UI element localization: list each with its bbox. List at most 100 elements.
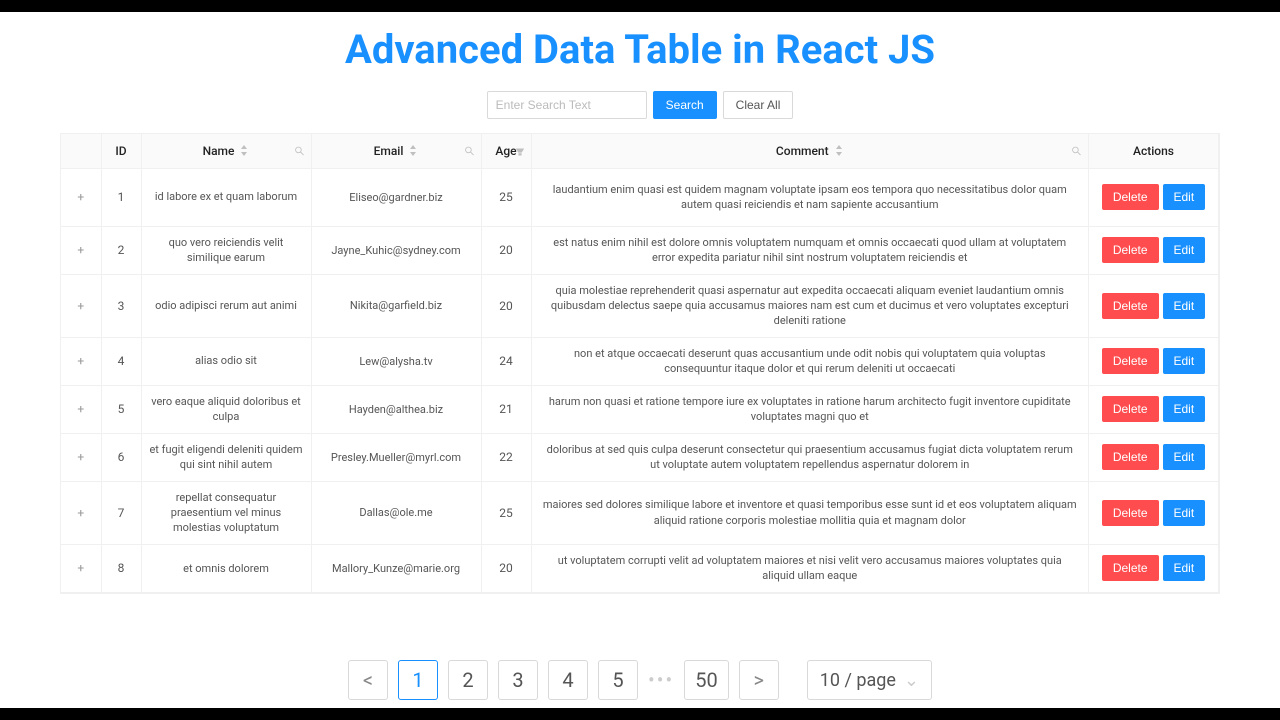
column-id[interactable]: ID — [101, 134, 141, 168]
page-2-button[interactable]: 2 — [448, 660, 488, 700]
page-5-button[interactable]: 5 — [598, 660, 638, 700]
delete-button[interactable]: Delete — [1102, 444, 1159, 470]
edit-button[interactable]: Edit — [1163, 444, 1206, 470]
search-bar: Search Clear All — [0, 91, 1280, 119]
cell-age: 24 — [481, 337, 531, 385]
cell-id: 4 — [101, 337, 141, 385]
table-row: +3odio adipisci rerum aut animiNikita@ga… — [61, 274, 1219, 337]
expand-row-button[interactable]: + — [77, 299, 84, 313]
cell-actions: DeleteEdit — [1089, 226, 1219, 274]
page-size-select[interactable]: 10 / page ⌄ — [807, 660, 932, 700]
cell-actions: DeleteEdit — [1089, 168, 1219, 226]
column-name-label: Name — [203, 144, 235, 158]
edit-button[interactable]: Edit — [1163, 396, 1206, 422]
cell-email: Hayden@althea.biz — [311, 385, 481, 433]
pagination-ellipsis[interactable]: ••• — [648, 668, 674, 692]
search-icon[interactable] — [464, 145, 475, 156]
table-row: +2quo vero reiciendis velit similique ea… — [61, 226, 1219, 274]
cell-comment: harum non quasi et ratione tempore iure … — [531, 385, 1089, 433]
expand-row-button[interactable]: + — [77, 354, 84, 368]
cell-actions: DeleteEdit — [1089, 274, 1219, 337]
cell-email: Nikita@garfield.biz — [311, 274, 481, 337]
search-input[interactable] — [487, 91, 647, 119]
table-row: +6et fugit eligendi deleniti quidem qui … — [61, 433, 1219, 481]
table-row: +7repellat consequatur praesentium vel m… — [61, 481, 1219, 544]
page-3-button[interactable]: 3 — [498, 660, 538, 700]
next-page-button[interactable]: > — [739, 660, 779, 700]
cell-comment: ut voluptatem corrupti velit ad voluptat… — [531, 544, 1089, 592]
page-4-button[interactable]: 4 — [548, 660, 588, 700]
cell-comment: quia molestiae reprehenderit quasi asper… — [531, 274, 1089, 337]
column-email-label: Email — [374, 144, 404, 158]
cell-comment: est natus enim nihil est dolore omnis vo… — [531, 226, 1089, 274]
cell-age: 20 — [481, 274, 531, 337]
delete-button[interactable]: Delete — [1102, 500, 1159, 526]
cell-id: 5 — [101, 385, 141, 433]
cell-id: 6 — [101, 433, 141, 481]
search-icon[interactable] — [1071, 145, 1082, 156]
cell-name: alias odio sit — [141, 337, 311, 385]
delete-button[interactable]: Delete — [1102, 396, 1159, 422]
cell-actions: DeleteEdit — [1089, 433, 1219, 481]
cell-age: 25 — [481, 481, 531, 544]
cell-id: 8 — [101, 544, 141, 592]
edit-button[interactable]: Edit — [1163, 555, 1206, 581]
cell-comment: doloribus at sed quis culpa deserunt con… — [531, 433, 1089, 481]
cell-email: Jayne_Kuhic@sydney.com — [311, 226, 481, 274]
edit-button[interactable]: Edit — [1163, 500, 1206, 526]
data-table: ID Name Email Age — [60, 133, 1220, 594]
search-button[interactable]: Search — [653, 91, 717, 119]
column-comment[interactable]: Comment — [531, 134, 1089, 168]
column-age[interactable]: Age — [481, 134, 531, 168]
delete-button[interactable]: Delete — [1102, 555, 1159, 581]
cell-id: 3 — [101, 274, 141, 337]
delete-button[interactable]: Delete — [1102, 237, 1159, 263]
cell-id: 2 — [101, 226, 141, 274]
edit-button[interactable]: Edit — [1163, 293, 1206, 319]
cell-actions: DeleteEdit — [1089, 481, 1219, 544]
cell-email: Presley.Mueller@myrl.com — [311, 433, 481, 481]
cell-age: 20 — [481, 544, 531, 592]
delete-button[interactable]: Delete — [1102, 293, 1159, 319]
column-comment-label: Comment — [776, 144, 829, 158]
column-name[interactable]: Name — [141, 134, 311, 168]
cell-actions: DeleteEdit — [1089, 385, 1219, 433]
cell-name: et fugit eligendi deleniti quidem qui si… — [141, 433, 311, 481]
edit-button[interactable]: Edit — [1163, 237, 1206, 263]
cell-comment: maiores sed dolores similique labore et … — [531, 481, 1089, 544]
edit-button[interactable]: Edit — [1163, 348, 1206, 374]
expand-row-button[interactable]: + — [77, 402, 84, 416]
cell-name: et omnis dolorem — [141, 544, 311, 592]
expand-row-button[interactable]: + — [77, 450, 84, 464]
cell-email: Dallas@ole.me — [311, 481, 481, 544]
cell-name: quo vero reiciendis velit similique earu… — [141, 226, 311, 274]
expand-row-button[interactable]: + — [77, 561, 84, 575]
cell-comment: non et atque occaecati deserunt quas acc… — [531, 337, 1089, 385]
column-expand — [61, 134, 101, 168]
prev-page-button[interactable]: < — [348, 660, 388, 700]
cell-email: Mallory_Kunze@marie.org — [311, 544, 481, 592]
page-last-button[interactable]: 50 — [684, 660, 728, 700]
delete-button[interactable]: Delete — [1102, 348, 1159, 374]
table-row: +5vero eaque aliquid doloribus et culpaH… — [61, 385, 1219, 433]
chevron-down-icon: ⌄ — [904, 670, 919, 691]
table-row: +1id labore ex et quam laborumEliseo@gar… — [61, 168, 1219, 226]
cell-id: 7 — [101, 481, 141, 544]
cell-name: id labore ex et quam laborum — [141, 168, 311, 226]
expand-row-button[interactable]: + — [77, 243, 84, 257]
cell-email: Lew@alysha.tv — [311, 337, 481, 385]
column-email[interactable]: Email — [311, 134, 481, 168]
page-1-button[interactable]: 1 — [398, 660, 438, 700]
cell-age: 21 — [481, 385, 531, 433]
search-icon[interactable] — [294, 145, 305, 156]
filter-icon[interactable] — [515, 146, 525, 156]
delete-button[interactable]: Delete — [1102, 184, 1159, 210]
edit-button[interactable]: Edit — [1163, 184, 1206, 210]
column-actions: Actions — [1089, 134, 1219, 168]
cell-email: Eliseo@gardner.biz — [311, 168, 481, 226]
cell-age: 20 — [481, 226, 531, 274]
cell-age: 22 — [481, 433, 531, 481]
clear-all-button[interactable]: Clear All — [723, 91, 794, 119]
expand-row-button[interactable]: + — [77, 506, 84, 520]
expand-row-button[interactable]: + — [77, 190, 84, 204]
